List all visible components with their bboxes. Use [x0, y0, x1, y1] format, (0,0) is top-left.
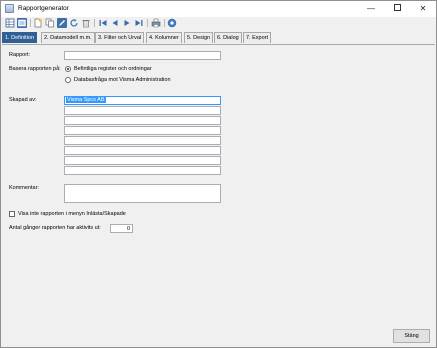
app-window: Rapportgenerator — ✕ 1. Definition 2. Da…	[0, 0, 437, 348]
visa-inte-checkbox[interactable]	[9, 211, 15, 217]
visa-inte-label[interactable]: Visa inte rapporten i menyn Inlästa/Skap…	[18, 211, 126, 217]
skapad-row-5[interactable]	[64, 136, 221, 145]
print-icon[interactable]	[151, 18, 161, 28]
new-icon[interactable]	[33, 18, 43, 28]
skapad-row-3[interactable]	[64, 116, 221, 125]
rapport-input[interactable]	[64, 51, 221, 60]
skapad-row-1-text: Visma Spcs AB	[66, 97, 106, 103]
radio-databasfraga-label[interactable]: Databasfråga mot Visma Administration	[74, 77, 171, 83]
rapport-label: Rapport:	[9, 52, 31, 58]
toolbar-separator	[147, 19, 148, 27]
refresh-icon[interactable]	[69, 18, 79, 28]
tab-dialog[interactable]: 6. Dialog	[214, 32, 242, 43]
minimize-button[interactable]: —	[358, 1, 384, 17]
title-bar: Rapportgenerator — ✕	[1, 1, 436, 17]
tab-definition[interactable]: 1. Definition	[2, 32, 38, 43]
edit-icon[interactable]	[57, 18, 67, 28]
maximize-icon	[393, 4, 401, 12]
toolbar-separator	[164, 19, 165, 27]
definition-panel: Rapport: Basera rapporten på: Befintliga…	[2, 44, 435, 347]
skapad-row-4[interactable]	[64, 126, 221, 135]
kommentar-input[interactable]	[64, 184, 221, 203]
tab-datamodell[interactable]: 2. Datamodell m.m.	[41, 32, 95, 43]
skapad-row-8[interactable]	[64, 166, 221, 175]
tab-design[interactable]: 5. Design	[184, 32, 214, 43]
kommentar-label: Kommentar:	[9, 185, 39, 191]
app-icon	[5, 4, 14, 13]
radio-databasfraga[interactable]	[65, 77, 71, 83]
skapad-row-6[interactable]	[64, 146, 221, 155]
skapad-row-7[interactable]	[64, 156, 221, 165]
help-icon[interactable]	[167, 18, 177, 28]
skapad-label: Skapad av:	[9, 97, 37, 103]
tab-kolumner[interactable]: 4. Kolumner	[146, 32, 182, 43]
toolbar	[1, 17, 436, 30]
first-icon[interactable]	[98, 18, 108, 28]
radio-befintliga-label[interactable]: Befintliga register och ordningar	[74, 66, 152, 72]
tab-export[interactable]: 7. Export	[243, 32, 272, 43]
antal-label: Antal gånger rapporten har aktivits ut:	[9, 225, 101, 231]
tab-strip: 1. Definition 2. Datamodell m.m. 3. Filt…	[1, 32, 436, 44]
maximize-button[interactable]	[384, 1, 410, 17]
antal-value: 0	[110, 224, 133, 233]
skapad-row-2[interactable]	[64, 106, 221, 115]
prev-icon[interactable]	[110, 18, 120, 28]
basera-label: Basera rapporten på:	[9, 66, 61, 72]
table-view-icon[interactable]	[5, 18, 15, 28]
toolbar-separator	[30, 19, 31, 27]
window-title: Rapportgenerator	[18, 5, 69, 12]
close-window-button[interactable]: ✕	[410, 1, 436, 17]
tab-filter-och-urval[interactable]: 3. Filter och Urval	[95, 32, 145, 43]
toolbar-separator	[94, 19, 95, 27]
last-icon[interactable]	[134, 18, 144, 28]
close-button[interactable]: Stäng	[393, 329, 430, 343]
delete-icon[interactable]	[81, 18, 91, 28]
form-view-icon[interactable]	[17, 18, 27, 28]
copy-icon[interactable]	[45, 18, 55, 28]
next-icon[interactable]	[122, 18, 132, 28]
skapad-row-1[interactable]: Visma Spcs AB	[64, 96, 221, 105]
radio-befintliga[interactable]	[65, 66, 71, 72]
